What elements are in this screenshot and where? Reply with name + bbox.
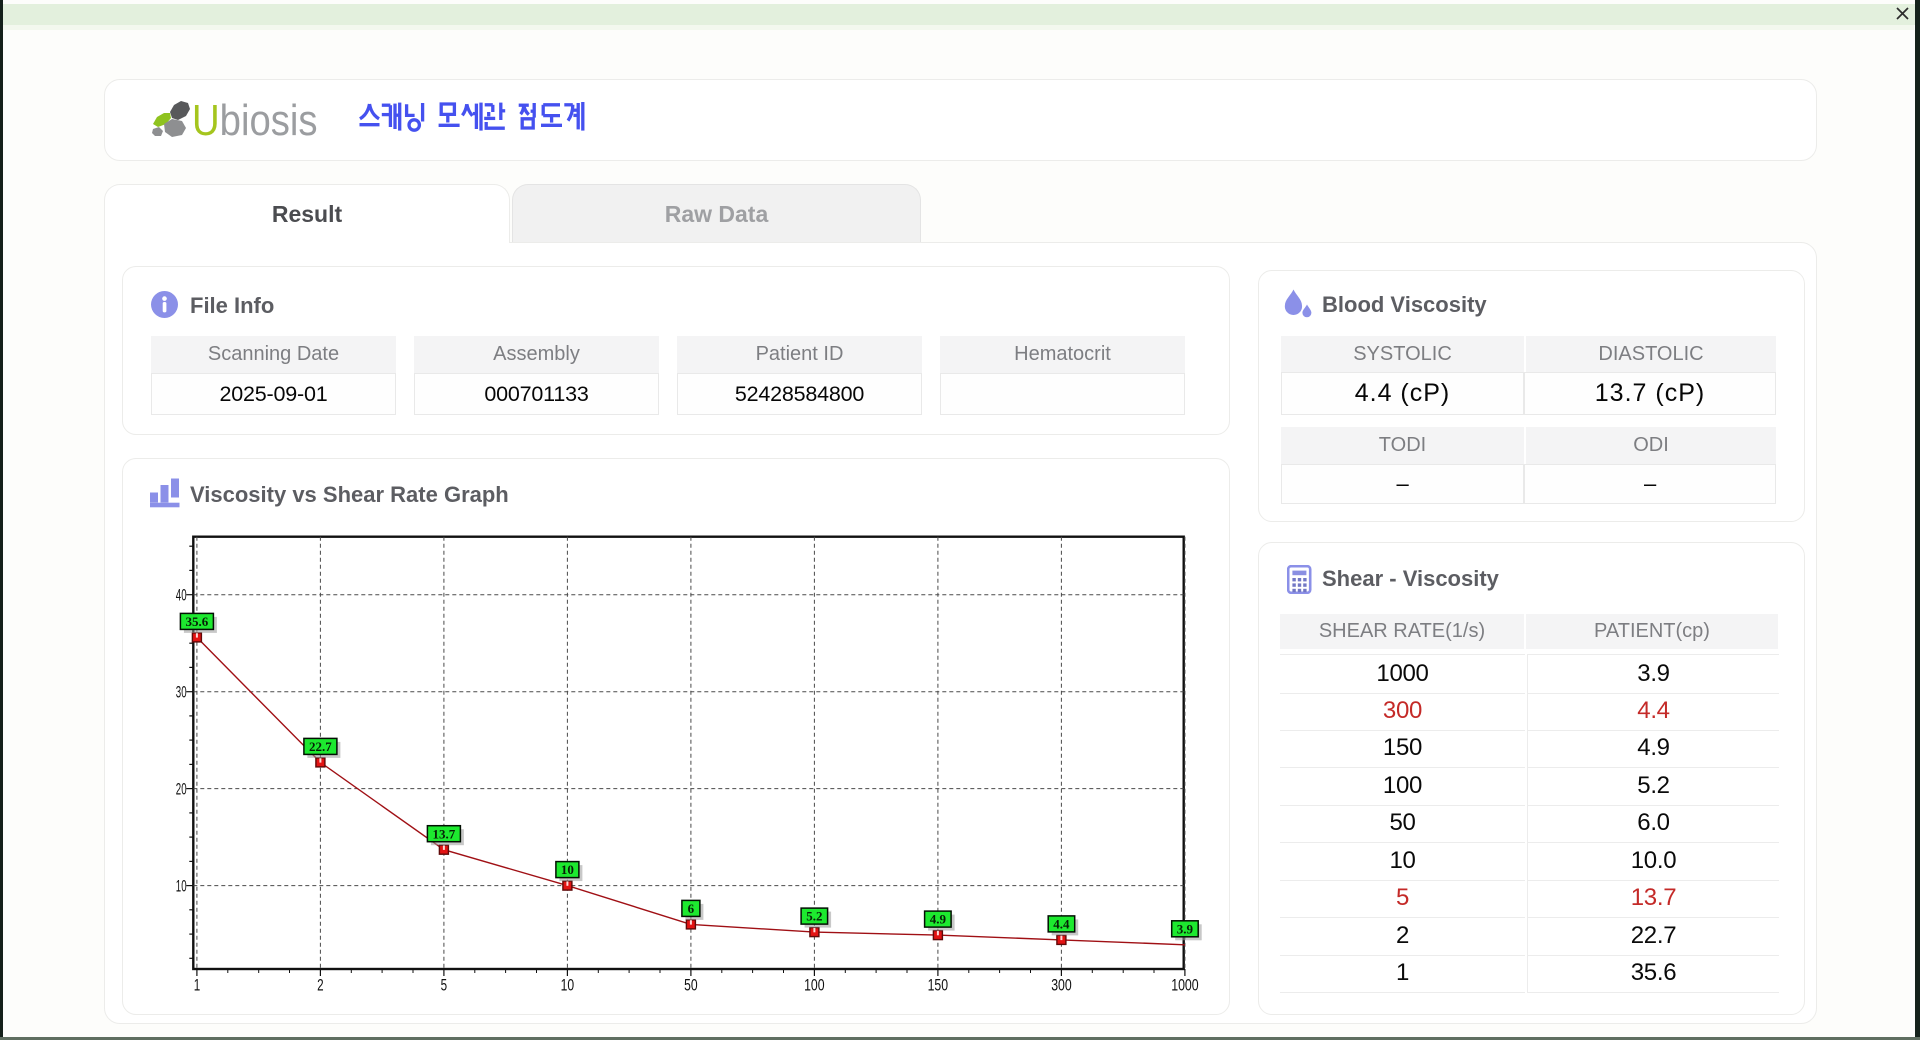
svg-text:30: 30 [176,683,187,702]
svg-text:35.6: 35.6 [186,614,209,629]
svg-text:22.7: 22.7 [309,739,332,754]
svg-text:50: 50 [684,977,698,995]
svg-text:2: 2 [317,977,324,995]
svg-text:100: 100 [804,977,825,995]
svg-text:40: 40 [176,586,187,605]
svg-text:5: 5 [441,977,448,995]
svg-text:6: 6 [688,901,695,916]
svg-text:4.9: 4.9 [930,912,947,927]
svg-text:10: 10 [561,862,574,877]
svg-text:3.9: 3.9 [1177,921,1194,936]
svg-text:150: 150 [928,977,949,995]
svg-text:10: 10 [176,877,187,896]
svg-text:10: 10 [561,977,575,995]
svg-text:300: 300 [1051,977,1072,995]
svg-text:5.2: 5.2 [806,909,822,924]
svg-text:13.7: 13.7 [433,826,456,841]
svg-text:4.4: 4.4 [1053,917,1070,932]
svg-text:1000: 1000 [1171,977,1199,995]
svg-text:1: 1 [194,977,201,995]
svg-text:20: 20 [176,780,187,799]
